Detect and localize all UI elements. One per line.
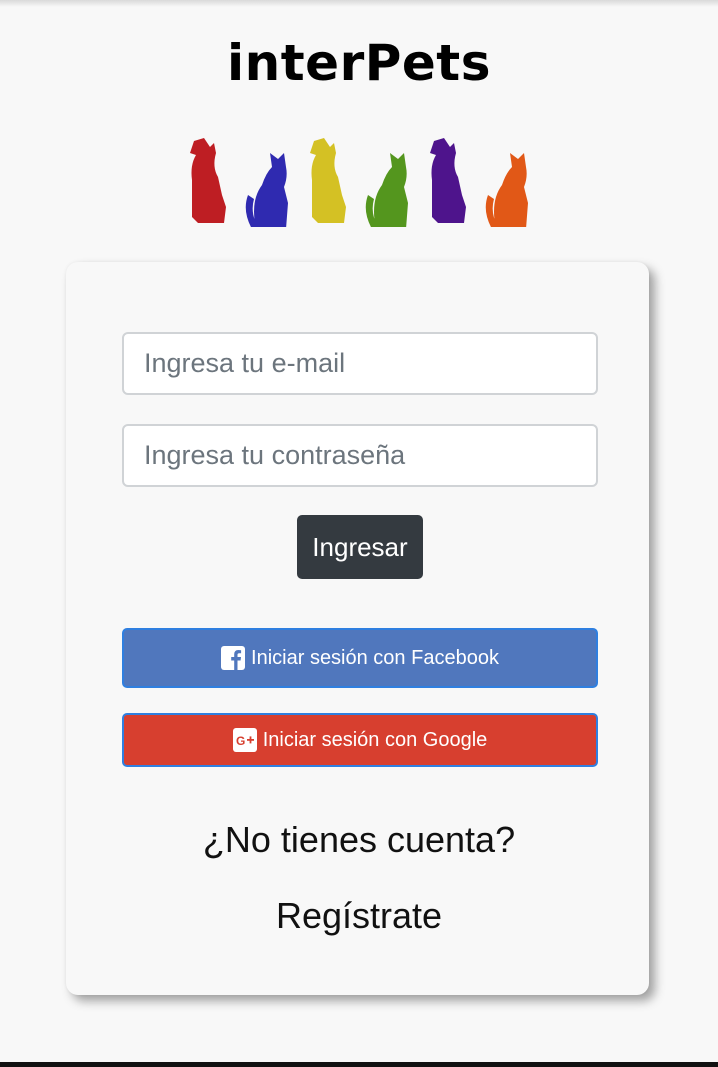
pet-silhouette-4 <box>365 153 408 227</box>
pet-silhouette-3 <box>310 138 346 223</box>
google-login-button[interactable]: G Iniciar sesión con Google <box>122 713 598 767</box>
pet-silhouette-6 <box>485 153 528 227</box>
pet-silhouette-1 <box>190 138 226 223</box>
google-plus-icon: G <box>232 728 257 752</box>
google-login-label: Iniciar sesión con Google <box>262 728 488 751</box>
bottom-border <box>0 1062 718 1067</box>
pets-logo <box>190 138 528 227</box>
facebook-login-button[interactable]: Iniciar sesión con Facebook <box>122 628 598 688</box>
register-link[interactable]: Regístrate <box>0 891 718 941</box>
no-account-text: ¿No tienes cuenta? <box>202 819 516 860</box>
login-button[interactable]: Ingresar <box>297 515 423 579</box>
app-title: interPets <box>227 34 491 92</box>
top-shadow <box>0 0 718 7</box>
password-field[interactable] <box>122 424 598 487</box>
pet-silhouette-5 <box>430 138 466 223</box>
facebook-login-label: Iniciar sesión con Facebook <box>251 646 499 669</box>
email-field[interactable] <box>122 332 598 395</box>
pet-silhouette-2 <box>245 153 288 227</box>
svg-text:G: G <box>236 734 245 748</box>
facebook-icon <box>221 646 246 670</box>
